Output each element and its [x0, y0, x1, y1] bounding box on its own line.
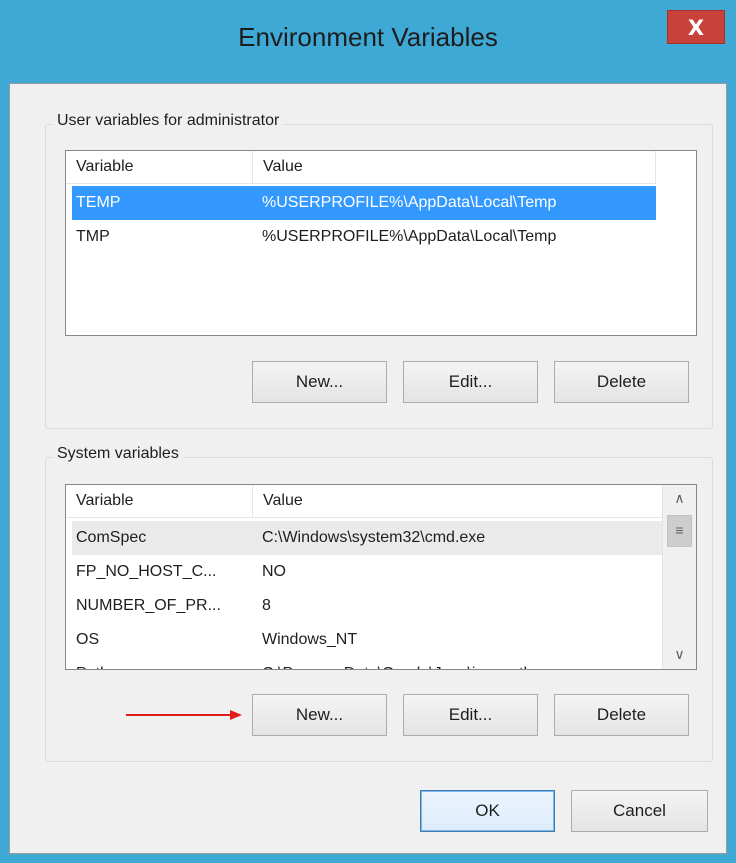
system-list-header: Variable Value	[66, 485, 662, 518]
variable-name: OS	[76, 631, 100, 648]
variable-value: %USERPROFILE%\AppData\Local\Temp	[262, 194, 557, 211]
annotation-arrow-icon	[126, 710, 242, 720]
variable-name: FP_NO_HOST_C...	[76, 563, 217, 580]
system-list-scrollbar[interactable]: ∧ ≡ ∨	[662, 485, 696, 669]
variable-value: C:\ProgramData\Oracle\Java\javapath;	[262, 657, 537, 669]
user-variables-label: User variables for administrator	[53, 112, 284, 130]
variable-name: ComSpec	[76, 529, 147, 546]
system-var-row[interactable]: FP_NO_HOST_C... NO	[72, 555, 662, 589]
close-button[interactable]: X	[667, 10, 725, 44]
user-delete-button[interactable]: Delete	[554, 361, 689, 403]
system-variables-label: System variables	[53, 445, 183, 463]
column-header-value[interactable]: Value	[253, 485, 662, 517]
variable-value: Windows_NT	[262, 631, 358, 648]
system-var-row[interactable]: NUMBER_OF_PR... 8	[72, 589, 662, 623]
variable-name: NUMBER_OF_PR...	[76, 597, 221, 614]
environment-variables-window: Environment Variables X User variables f…	[0, 0, 736, 863]
system-new-button[interactable]: New...	[252, 694, 387, 736]
scroll-down-icon[interactable]: ∨	[663, 641, 696, 669]
column-header-value[interactable]: Value	[253, 151, 656, 183]
column-header-variable[interactable]: Variable	[66, 151, 253, 183]
dialog-client-area: User variables for administrator Variabl…	[9, 83, 727, 854]
scroll-up-icon[interactable]: ∧	[663, 485, 696, 513]
user-list-header: Variable Value	[66, 151, 656, 184]
variable-value: C:\Windows\system32\cmd.exe	[262, 529, 486, 546]
variable-name: TEMP	[76, 194, 121, 211]
variable-value: %USERPROFILE%\AppData\Local\Temp	[262, 228, 557, 245]
ok-button[interactable]: OK	[420, 790, 555, 832]
variable-name: Path	[76, 657, 109, 669]
system-variables-list[interactable]: Variable Value ComSpec C:\Windows\system…	[65, 484, 697, 670]
system-edit-button[interactable]: Edit...	[403, 694, 538, 736]
variable-value: 8	[262, 597, 271, 614]
system-var-row[interactable]: OS Windows_NT	[72, 623, 662, 657]
user-variables-list[interactable]: Variable Value TEMP %USERPROFILE%\AppDat…	[65, 150, 697, 336]
variable-name: TMP	[76, 228, 110, 245]
user-var-row-tmp[interactable]: TMP %USERPROFILE%\AppData\Local\Temp	[72, 220, 656, 254]
column-header-variable[interactable]: Variable	[66, 485, 253, 517]
system-var-row[interactable]: ComSpec C:\Windows\system32\cmd.exe	[72, 521, 662, 555]
cancel-button[interactable]: Cancel	[571, 790, 708, 832]
user-new-button[interactable]: New...	[252, 361, 387, 403]
scroll-thumb[interactable]: ≡	[667, 515, 692, 547]
system-delete-button[interactable]: Delete	[554, 694, 689, 736]
user-var-row-temp[interactable]: TEMP %USERPROFILE%\AppData\Local\Temp	[72, 186, 656, 220]
title-bar[interactable]: Environment Variables X	[0, 0, 736, 82]
window-title: Environment Variables	[238, 22, 498, 52]
system-var-row[interactable]: Path C:\ProgramData\Oracle\Java\javapath…	[72, 657, 662, 669]
variable-value: NO	[262, 563, 286, 580]
user-edit-button[interactable]: Edit...	[403, 361, 538, 403]
